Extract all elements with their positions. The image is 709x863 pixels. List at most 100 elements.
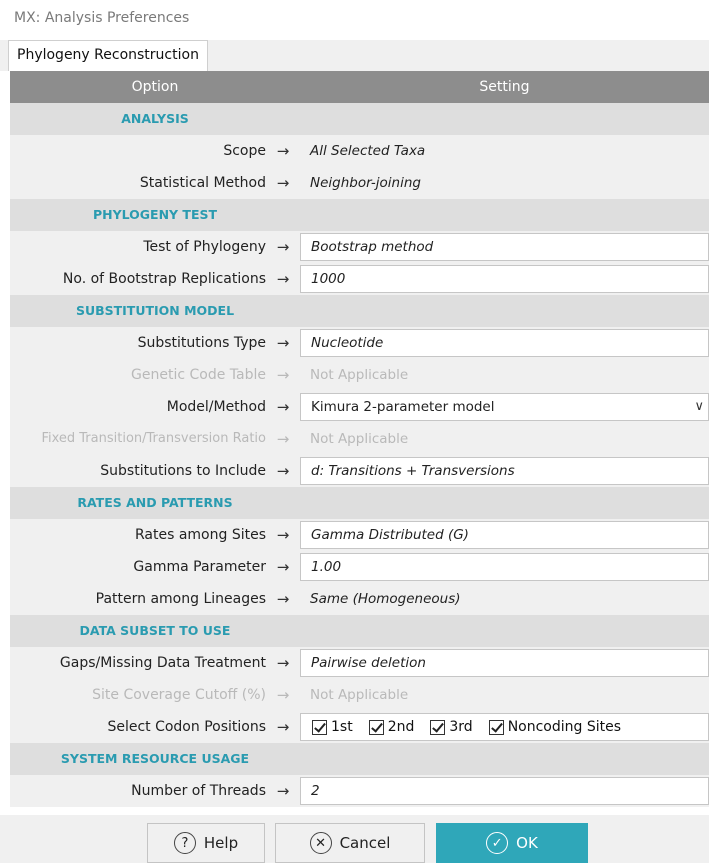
section-substitution-model: SUBSTITUTION MODEL — [10, 295, 709, 327]
setting-value: Not Applicable — [310, 367, 409, 383]
tab-phylogeny-reconstruction[interactable]: Phylogeny Reconstruction — [8, 40, 208, 71]
section-rates-patterns: RATES AND PATTERNS — [10, 487, 709, 519]
arrow-right-icon: → — [276, 782, 290, 800]
row-codon-positions[interactable]: Select Codon Positions → 1st 2nd 3rd Non… — [10, 711, 709, 743]
setting-value[interactable]: Kimura 2-parameter model — [311, 391, 494, 423]
row-test-of-phylogeny[interactable]: Test of Phylogeny → Bootstrap method — [10, 231, 709, 263]
arrow-right-icon: → — [276, 398, 290, 416]
row-scope[interactable]: Scope → All Selected Taxa — [10, 135, 709, 167]
setting-value[interactable]: Gamma Distributed (G) — [311, 519, 469, 551]
row-model-method[interactable]: Model/Method → ∨ Kimura 2-parameter mode… — [10, 391, 709, 423]
setting-value[interactable]: d: Transitions + Transversions — [311, 455, 515, 487]
row-fixed-ratio: Fixed Transition/Transversion Ratio → No… — [10, 423, 709, 455]
section-analysis: ANALYSIS — [10, 103, 709, 135]
row-gamma-parameter[interactable]: Gamma Parameter → 1.00 — [10, 551, 709, 583]
question-circle-icon: ? — [173, 832, 196, 854]
checkbox-2nd[interactable]: 2nd — [368, 719, 415, 735]
checkbox-checked-icon[interactable] — [368, 719, 384, 735]
section-phylogeny-test: PHYLOGENY TEST — [10, 199, 709, 231]
row-gaps-treatment[interactable]: Gaps/Missing Data Treatment → Pairwise d… — [10, 647, 709, 679]
option-label: Substitutions Type — [137, 335, 266, 351]
option-label: Site Coverage Cutoff (%) — [92, 687, 266, 703]
arrow-right-icon: → — [276, 366, 290, 384]
option-label: Number of Threads — [131, 783, 266, 799]
arrow-right-icon: → — [276, 526, 290, 544]
setting-value: Not Applicable — [310, 687, 409, 703]
setting-value[interactable]: 1000 — [311, 263, 345, 295]
option-label: No. of Bootstrap Replications — [62, 271, 266, 287]
arrow-right-icon: → — [276, 334, 290, 352]
setting-value[interactable]: Nucleotide — [311, 327, 383, 359]
row-substitutions-type[interactable]: Substitutions Type → Nucleotide — [10, 327, 709, 359]
section-data-subset: DATA SUBSET TO USE — [10, 615, 709, 647]
title-bar: MX: Analysis Preferences — [0, 0, 709, 40]
option-label: Statistical Method — [139, 175, 266, 191]
section-label: PHYLOGENY TEST — [92, 207, 218, 222]
tab-label: Phylogeny Reconstruction — [17, 47, 199, 63]
checkbox-label: 1st — [331, 719, 353, 735]
option-label: Rates among Sites — [134, 527, 266, 543]
ok-button[interactable]: ✓ OK — [436, 823, 588, 863]
button-bar: ? Help ✕ Cancel ✓ OK — [0, 815, 709, 863]
arrow-right-icon: → — [276, 558, 290, 576]
option-label: Test of Phylogeny — [143, 239, 266, 255]
ok-button-label: OK — [516, 834, 538, 852]
option-label: Fixed Transition/Transversion Ratio — [41, 431, 266, 446]
option-label: Scope — [223, 143, 266, 159]
arrow-right-icon: → — [276, 270, 290, 288]
section-label: ANALYSIS — [121, 111, 189, 126]
option-label: Substitutions to Include — [100, 463, 266, 479]
checkbox-3rd[interactable]: 3rd — [430, 719, 473, 735]
section-label: RATES AND PATTERNS — [77, 495, 233, 510]
window-title: MX: Analysis Preferences — [14, 10, 190, 26]
checkbox-checked-icon[interactable] — [488, 719, 504, 735]
section-label: SYSTEM RESOURCE USAGE — [60, 751, 250, 766]
section-system-resource: SYSTEM RESOURCE USAGE — [10, 743, 709, 775]
option-label: Genetic Code Table — [131, 367, 266, 383]
setting-value[interactable]: Same (Homogeneous) — [310, 583, 461, 615]
checkbox-noncoding[interactable]: Noncoding Sites — [488, 719, 621, 735]
row-threads[interactable]: Number of Threads → 2 — [10, 775, 709, 807]
setting-value[interactable]: Pairwise deletion — [311, 647, 426, 679]
checkbox-label: 3rd — [449, 719, 473, 735]
option-label: Pattern among Lineages — [95, 591, 266, 607]
arrow-right-icon: → — [276, 142, 290, 160]
option-label: Gaps/Missing Data Treatment — [59, 655, 266, 671]
codon-checkbox-group: 1st 2nd 3rd Noncoding Sites — [312, 717, 637, 737]
setting-value[interactable]: Bootstrap method — [311, 231, 433, 263]
arrow-right-icon: → — [276, 718, 290, 736]
setting-value[interactable]: All Selected Taxa — [310, 135, 425, 167]
help-button[interactable]: ? Help — [147, 823, 265, 863]
bootstrap-replications-input[interactable] — [300, 265, 709, 293]
gamma-parameter-input[interactable] — [300, 553, 709, 581]
checkbox-label: 2nd — [387, 719, 415, 735]
row-substitutions-include[interactable]: Substitutions to Include → d: Transition… — [10, 455, 709, 487]
setting-value[interactable]: 1.00 — [311, 551, 341, 583]
arrow-right-icon: → — [276, 654, 290, 672]
x-circle-icon: ✕ — [309, 832, 332, 854]
row-statistical-method[interactable]: Statistical Method → Neighbor-joining — [10, 167, 709, 199]
row-genetic-code-table: Genetic Code Table → Not Applicable — [10, 359, 709, 391]
tab-strip: Phylogeny Reconstruction — [0, 40, 709, 71]
help-button-label: Help — [203, 834, 239, 852]
row-bootstrap-replications[interactable]: No. of Bootstrap Replications → 1000 — [10, 263, 709, 295]
threads-input[interactable] — [300, 777, 709, 805]
arrow-right-icon: → — [276, 174, 290, 192]
preferences-grid: ANALYSIS Scope → All Selected Taxa Stati… — [10, 103, 709, 807]
option-label: Model/Method — [166, 399, 266, 415]
check-circle-icon: ✓ — [486, 832, 509, 854]
checkbox-checked-icon[interactable] — [430, 719, 446, 735]
column-header-option: Option — [131, 79, 179, 95]
section-label: DATA SUBSET TO USE — [79, 623, 231, 638]
row-site-coverage: Site Coverage Cutoff (%) → Not Applicabl… — [10, 679, 709, 711]
checkbox-checked-icon[interactable] — [312, 719, 327, 735]
column-header-setting: Setting — [479, 79, 530, 95]
checkbox-1st[interactable]: 1st — [312, 719, 353, 735]
chevron-down-icon[interactable]: ∨ — [694, 394, 704, 422]
cancel-button[interactable]: ✕ Cancel — [275, 823, 425, 863]
setting-value[interactable]: 2 — [311, 775, 320, 807]
row-rates-among-sites[interactable]: Rates among Sites → Gamma Distributed (G… — [10, 519, 709, 551]
setting-value[interactable]: Neighbor-joining — [310, 167, 421, 199]
row-pattern-lineages[interactable]: Pattern among Lineages → Same (Homogeneo… — [10, 583, 709, 615]
arrow-right-icon: → — [276, 590, 290, 608]
